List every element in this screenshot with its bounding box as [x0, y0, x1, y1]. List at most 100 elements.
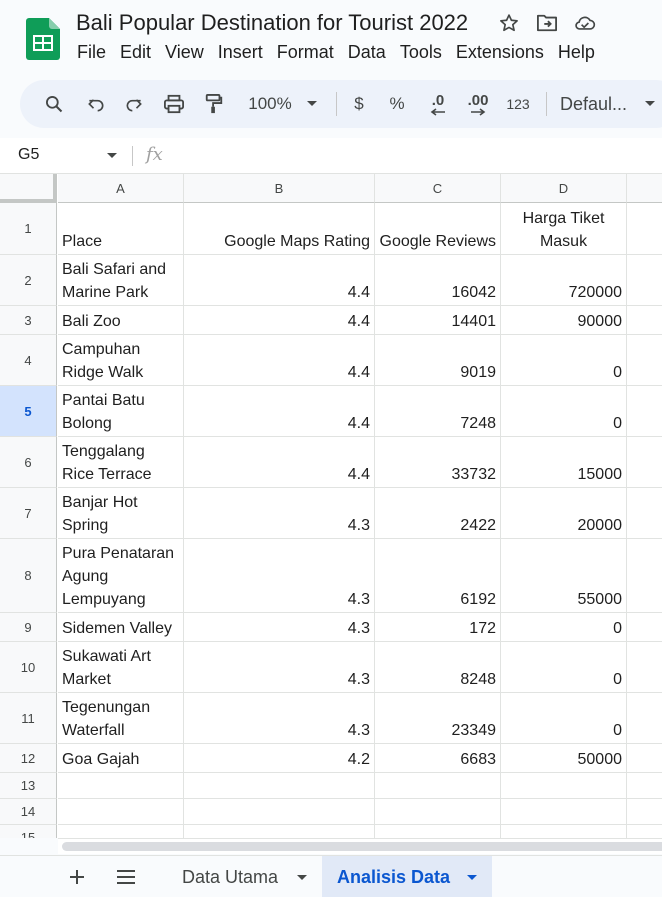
- column-header[interactable]: B: [184, 174, 375, 203]
- table-cell[interactable]: [184, 825, 375, 838]
- row-header[interactable]: 3: [0, 306, 57, 335]
- table-cell[interactable]: [184, 799, 375, 825]
- cloud-saved-icon[interactable]: [574, 12, 596, 34]
- table-cell[interactable]: 90000: [501, 306, 627, 335]
- table-cell[interactable]: 4.3: [184, 488, 375, 539]
- header-cell[interactable]: Place: [58, 203, 184, 255]
- font-chevron-down-icon[interactable]: [640, 80, 660, 128]
- undo-icon[interactable]: [82, 80, 110, 128]
- horizontal-scrollbar[interactable]: [58, 838, 662, 854]
- row-header[interactable]: 13: [0, 773, 57, 799]
- table-cell[interactable]: 6683: [375, 744, 501, 773]
- currency-format-button[interactable]: $: [348, 80, 370, 128]
- table-cell[interactable]: 7248: [375, 386, 501, 437]
- row-header[interactable]: 9: [0, 613, 57, 642]
- sheet-tab-analisis-data[interactable]: Analisis Data: [322, 856, 492, 897]
- table-cell[interactable]: 0: [501, 642, 627, 693]
- menu-view[interactable]: View: [158, 42, 211, 63]
- sheets-logo-icon[interactable]: [26, 18, 60, 60]
- table-cell[interactable]: 0: [501, 335, 627, 386]
- table-cell[interactable]: Goa Gajah: [58, 744, 184, 773]
- row-header[interactable]: 15: [0, 825, 57, 838]
- table-cell[interactable]: 4.4: [184, 437, 375, 488]
- menu-help[interactable]: Help: [551, 42, 602, 63]
- menu-insert[interactable]: Insert: [211, 42, 270, 63]
- table-cell[interactable]: 50000: [501, 744, 627, 773]
- table-cell[interactable]: 6192: [375, 539, 501, 613]
- table-cell[interactable]: Sukawati Art Market: [58, 642, 184, 693]
- table-cell[interactable]: 2422: [375, 488, 501, 539]
- increase-decimal-button[interactable]: .00: [462, 80, 494, 128]
- menu-format[interactable]: Format: [270, 42, 341, 63]
- menu-file[interactable]: File: [70, 42, 113, 63]
- table-cell[interactable]: 0: [501, 386, 627, 437]
- move-to-folder-icon[interactable]: [536, 12, 558, 34]
- table-cell[interactable]: 4.4: [184, 386, 375, 437]
- column-header[interactable]: A: [58, 174, 184, 203]
- row-header[interactable]: 12: [0, 744, 57, 773]
- spreadsheet-grid[interactable]: A B C D 1 Place Google Maps Rating Google Revie…: [0, 174, 662, 838]
- table-cell[interactable]: 0: [501, 693, 627, 744]
- table-cell[interactable]: 4.3: [184, 539, 375, 613]
- document-title[interactable]: Bali Popular Destination for Tourist 202…: [76, 10, 468, 36]
- scrollbar-thumb[interactable]: [62, 842, 662, 851]
- table-cell[interactable]: 4.4: [184, 255, 375, 306]
- table-cell[interactable]: [627, 693, 662, 744]
- zoom-chevron-down-icon[interactable]: [302, 80, 322, 128]
- table-cell[interactable]: Campuhan Ridge Walk: [58, 335, 184, 386]
- table-cell[interactable]: 9019: [375, 335, 501, 386]
- column-header[interactable]: C: [375, 174, 501, 203]
- sheet-tab-chevron-down-icon[interactable]: [466, 874, 478, 882]
- table-cell[interactable]: [627, 437, 662, 488]
- paint-format-icon[interactable]: [200, 80, 228, 128]
- table-cell[interactable]: Tegenungan Waterfall: [58, 693, 184, 744]
- name-box[interactable]: G5: [18, 146, 39, 164]
- table-cell[interactable]: 4.2: [184, 744, 375, 773]
- table-cell[interactable]: [627, 642, 662, 693]
- row-header[interactable]: 14: [0, 799, 57, 825]
- row-header[interactable]: 5: [0, 386, 57, 437]
- table-cell[interactable]: 8248: [375, 642, 501, 693]
- header-cell[interactable]: Google Reviews: [375, 203, 501, 255]
- table-cell[interactable]: [375, 773, 501, 799]
- table-cell[interactable]: Pantai Batu Bolong: [58, 386, 184, 437]
- table-cell[interactable]: [58, 825, 184, 838]
- header-cell[interactable]: Harga Tiket Masuk: [501, 203, 627, 255]
- header-cell[interactable]: [627, 203, 662, 255]
- table-cell[interactable]: Bali Zoo: [58, 306, 184, 335]
- column-header[interactable]: [627, 174, 662, 203]
- table-cell[interactable]: [627, 773, 662, 799]
- table-cell[interactable]: 0: [501, 613, 627, 642]
- row-header[interactable]: 7: [0, 488, 57, 539]
- table-cell[interactable]: 23349: [375, 693, 501, 744]
- table-cell[interactable]: [501, 825, 627, 838]
- select-all-corner[interactable]: [0, 174, 57, 203]
- table-cell[interactable]: 4.3: [184, 642, 375, 693]
- menu-data[interactable]: Data: [341, 42, 393, 63]
- table-cell[interactable]: [375, 825, 501, 838]
- decrease-decimal-button[interactable]: .0: [422, 80, 454, 128]
- table-cell[interactable]: 172: [375, 613, 501, 642]
- formula-input[interactable]: [180, 142, 650, 170]
- table-cell[interactable]: 4.4: [184, 335, 375, 386]
- table-cell[interactable]: [627, 386, 662, 437]
- table-cell[interactable]: [627, 255, 662, 306]
- table-cell[interactable]: [501, 773, 627, 799]
- header-cell[interactable]: Google Maps Rating: [184, 203, 375, 255]
- table-cell[interactable]: [58, 773, 184, 799]
- redo-icon[interactable]: [120, 80, 148, 128]
- table-cell[interactable]: [627, 744, 662, 773]
- table-cell[interactable]: Banjar Hot Spring: [58, 488, 184, 539]
- table-cell[interactable]: [627, 306, 662, 335]
- row-header[interactable]: 6: [0, 437, 57, 488]
- table-cell[interactable]: 4.3: [184, 613, 375, 642]
- print-icon[interactable]: [160, 80, 188, 128]
- sheet-tab-data-utama[interactable]: Data Utama: [168, 856, 320, 897]
- add-sheet-icon[interactable]: [66, 866, 88, 888]
- row-header[interactable]: 2: [0, 255, 57, 306]
- menu-tools[interactable]: Tools: [393, 42, 449, 63]
- table-cell[interactable]: Pura Penataran Agung Lempuyang: [58, 539, 184, 613]
- row-header[interactable]: 1: [0, 203, 57, 255]
- menu-edit[interactable]: Edit: [113, 42, 158, 63]
- table-cell[interactable]: 4.4: [184, 306, 375, 335]
